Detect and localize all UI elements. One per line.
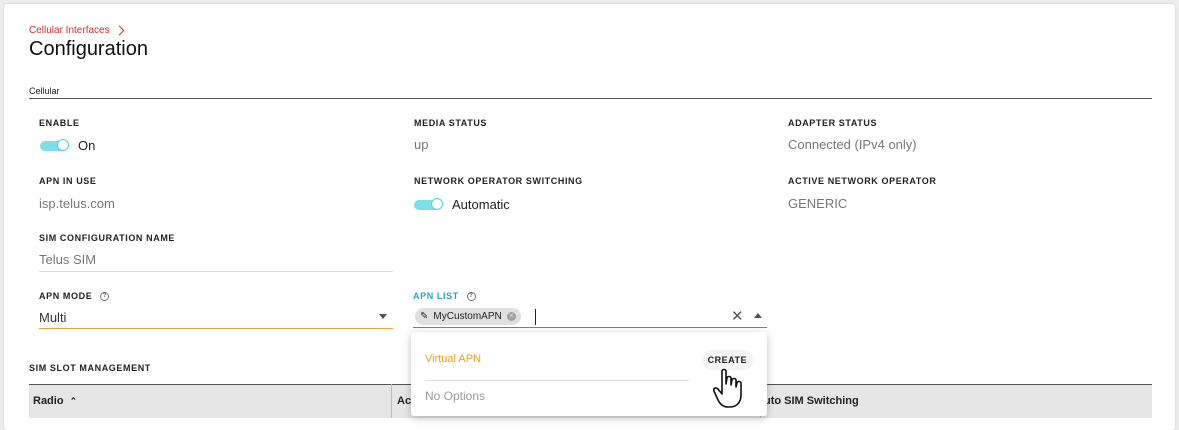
adapter-status-label: ADAPTER STATUS [788, 118, 878, 128]
enable-toggle-label: On [78, 138, 96, 153]
chevron-right-icon [114, 25, 125, 36]
column-header-auto-sim-switching[interactable]: uto SIM Switching [764, 395, 859, 407]
sort-up-icon[interactable]: ⌃ [70, 396, 78, 406]
enable-label: ENABLE [39, 118, 80, 128]
media-status-value: up [414, 137, 429, 152]
virtual-apn-option[interactable]: Virtual APN [425, 353, 481, 365]
apn-in-use-value: isp.telus.com [39, 196, 115, 211]
hand-pointer-cursor-icon [713, 368, 742, 408]
sim-config-name-underline [39, 271, 393, 272]
operator-switching-toggle-label: Automatic [452, 197, 510, 212]
chip-delete-icon[interactable]: ✕ [506, 312, 516, 321]
help-icon[interactable]: ? [466, 292, 476, 302]
adapter-status-value: Connected (IPv4 only) [788, 137, 917, 152]
toggle-track[interactable] [40, 138, 69, 151]
toggle-knob [57, 138, 69, 151]
toggle-knob [431, 197, 443, 210]
media-status-label: MEDIA STATUS [414, 118, 488, 128]
apn-mode-label: APN MODE? [39, 291, 110, 302]
dropdown-divider [425, 380, 689, 381]
apn-list-underline [413, 327, 767, 328]
apn-list-label: APN LIST? [413, 291, 476, 302]
apn-list-label-text: APN LIST [413, 291, 459, 301]
column-header-radio[interactable]: Radio ⌃ [33, 395, 77, 407]
apn-in-use-label: APN IN USE [39, 176, 97, 186]
toggle-track[interactable] [414, 197, 443, 210]
no-options-text: No Options [425, 389, 486, 403]
section-label-cellular: Cellular [29, 86, 60, 96]
sim-config-name-label: SIM CONFIGURATION NAME [39, 233, 176, 243]
column-separator [391, 384, 392, 418]
breadcrumb[interactable]: Cellular Interfaces [29, 25, 125, 36]
operator-switching-label: NETWORK OPERATOR SWITCHING [414, 176, 583, 186]
caret-up-icon[interactable] [754, 313, 762, 318]
caret-down-icon[interactable] [379, 314, 387, 319]
apn-chip-label: MyCustomAPN [433, 311, 502, 322]
page-title: Configuration [29, 38, 148, 60]
sim-slot-management-label: SIM SLOT MANAGEMENT [29, 363, 151, 373]
column-header-active[interactable]: Ac [397, 395, 411, 407]
active-operator-label: ACTIVE NETWORK OPERATOR [788, 176, 937, 186]
apn-chip[interactable]: ✎ MyCustomAPN ✕ [415, 308, 521, 325]
enable-toggle[interactable]: On [40, 138, 95, 153]
sim-config-name-input[interactable]: Telus SIM [39, 252, 96, 267]
help-icon[interactable]: ? [100, 292, 110, 302]
clear-icon[interactable]: ✕ [731, 307, 744, 325]
breadcrumb-link-cellular-interfaces[interactable]: Cellular Interfaces [29, 25, 110, 36]
apn-mode-underline [39, 328, 393, 329]
apn-mode-label-text: APN MODE [39, 291, 93, 301]
pencil-icon[interactable]: ✎ [420, 311, 428, 322]
section-divider [29, 98, 1152, 99]
apn-list-input[interactable] [535, 309, 536, 325]
operator-switching-toggle[interactable]: Automatic [414, 197, 510, 212]
apn-mode-select[interactable]: Multi [39, 310, 66, 325]
column-header-radio-label: Radio [33, 395, 64, 407]
active-operator-value: GENERIC [788, 196, 848, 211]
create-button[interactable]: CREATE [701, 350, 753, 370]
